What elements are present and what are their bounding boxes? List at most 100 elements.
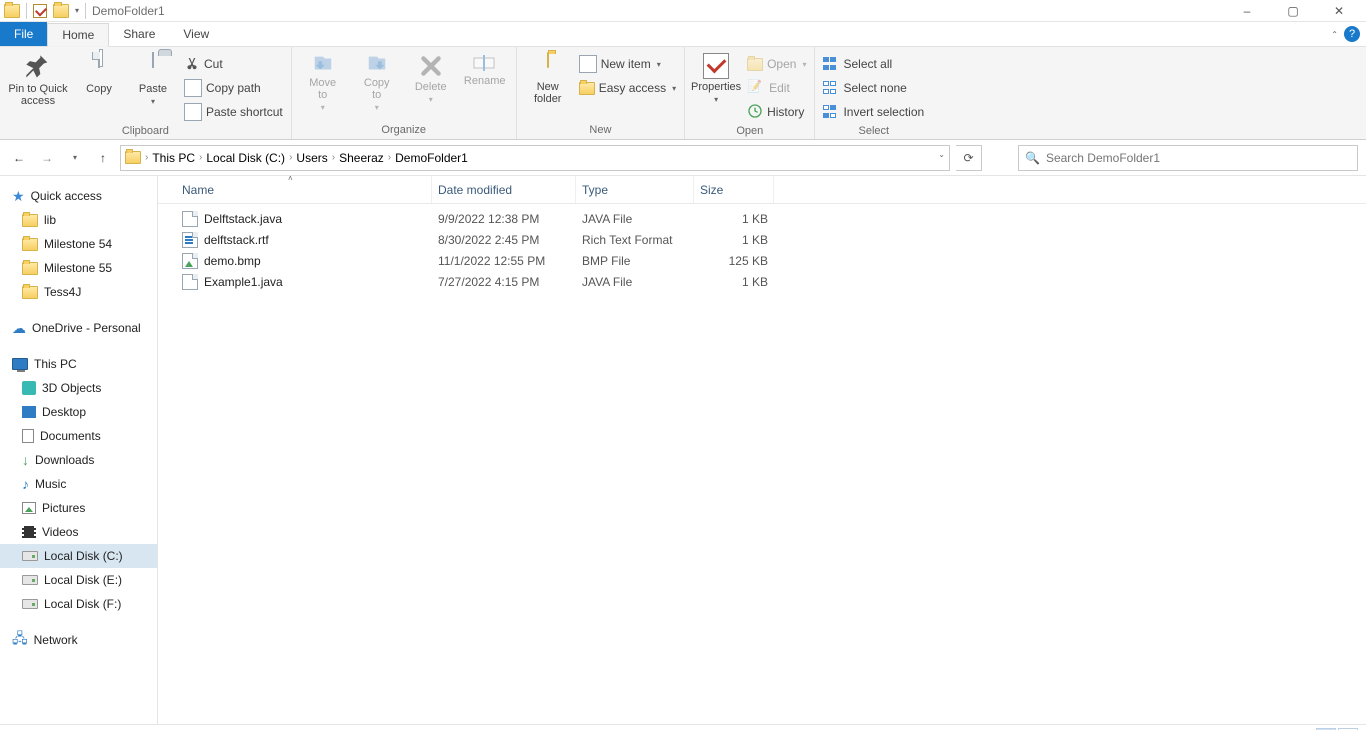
new-item-button[interactable]: New item▾ (577, 53, 678, 75)
column-size[interactable]: Size (694, 176, 774, 203)
move-to-button[interactable]: Move to▾ (298, 49, 348, 112)
maximize-button[interactable]: ▢ (1270, 0, 1316, 22)
breadcrumb-item[interactable]: This PC› (152, 151, 202, 165)
file-name: Delftstack.java (204, 212, 282, 226)
sidebar-item-local-disk-c[interactable]: Local Disk (C:) (0, 544, 157, 568)
open-button[interactable]: Open▾ (745, 53, 808, 75)
sidebar-item[interactable]: Tess4J (0, 280, 157, 304)
sidebar-item[interactable]: Pictures (0, 496, 157, 520)
delete-button[interactable]: Delete▾ (406, 49, 456, 104)
up-button[interactable]: ↑ (92, 147, 114, 169)
tab-view[interactable]: View (169, 22, 223, 46)
status-bar: 4 items ☰ ▦ (0, 724, 1366, 730)
folder-icon[interactable] (4, 4, 20, 18)
sidebar-network[interactable]: 🖧Network (0, 628, 157, 652)
sidebar-item[interactable]: Milestone 54 (0, 232, 157, 256)
select-none-button[interactable]: Select none (821, 77, 926, 99)
qat-dropdown-icon[interactable]: ▾ (75, 6, 79, 15)
copy-path-button[interactable]: Copy path (182, 77, 285, 99)
file-row[interactable]: delftstack.rtf8/30/2022 2:45 PMRich Text… (158, 229, 1366, 250)
sidebar-item[interactable]: Milestone 55 (0, 256, 157, 280)
tab-file[interactable]: File (0, 22, 47, 46)
group-organize: Move to▾ Copy to▾ Delete▾ Rename Organiz… (292, 47, 517, 139)
sidebar-this-pc[interactable]: This PC (0, 352, 157, 376)
copy-to-icon (364, 53, 390, 75)
qat-divider (85, 3, 86, 19)
column-name[interactable]: Name˄ (176, 176, 432, 203)
music-icon: ♪ (22, 476, 29, 492)
file-type: BMP File (576, 254, 694, 268)
address-bar[interactable]: › This PC› Local Disk (C:)› Users› Sheer… (120, 145, 950, 171)
cut-button[interactable]: Cut (182, 53, 285, 75)
edit-button[interactable]: 📝Edit (745, 77, 808, 99)
breadcrumb-item[interactable]: DemoFolder1 (395, 151, 468, 165)
navigation-bar: ← → ▾ ↑ › This PC› Local Disk (C:)› User… (0, 140, 1366, 176)
forward-button[interactable]: → (36, 147, 58, 169)
properties-button[interactable]: Properties▾ (691, 49, 741, 104)
sidebar-item[interactable]: ♪Music (0, 472, 157, 496)
desktop-icon (22, 406, 36, 418)
invert-selection-button[interactable]: Invert selection (821, 101, 926, 123)
rename-button[interactable]: Rename (460, 49, 510, 87)
copy-path-icon (184, 79, 202, 97)
group-open: Properties▾ Open▾ 📝Edit History Open (685, 47, 815, 139)
copy-icon (98, 52, 100, 68)
drive-icon (22, 551, 38, 561)
file-name: Example1.java (204, 275, 283, 289)
file-size: 125 KB (694, 254, 774, 268)
new-folder-qat-icon[interactable] (53, 4, 69, 18)
sidebar-item[interactable]: Documents (0, 424, 157, 448)
breadcrumb-item[interactable]: Local Disk (C:)› (206, 151, 292, 165)
sidebar-quick-access[interactable]: ★Quick access (0, 184, 157, 208)
sidebar-item[interactable]: Local Disk (F:) (0, 592, 157, 616)
file-size: 1 KB (694, 275, 774, 289)
collapse-ribbon-icon[interactable]: ⌃ (1331, 30, 1338, 39)
history-button[interactable]: History (745, 101, 808, 123)
qat-divider (26, 3, 27, 19)
recent-locations-button[interactable]: ▾ (64, 147, 86, 169)
search-box[interactable]: 🔍 (1018, 145, 1358, 171)
open-icon (747, 58, 763, 71)
file-row[interactable]: Delftstack.java9/9/2022 12:38 PMJAVA Fil… (158, 208, 1366, 229)
help-icon[interactable]: ? (1344, 26, 1360, 42)
file-list-pane: Name˄ Date modified Type Size Delftstack… (158, 176, 1366, 724)
search-input[interactable] (1046, 151, 1351, 165)
breadcrumb-item[interactable]: Sheeraz› (339, 151, 391, 165)
tab-share[interactable]: Share (109, 22, 169, 46)
refresh-button[interactable]: ⟳ (956, 145, 982, 171)
column-type[interactable]: Type (576, 176, 694, 203)
file-size: 1 KB (694, 233, 774, 247)
address-dropdown-icon[interactable]: ⌄ (938, 150, 945, 159)
sidebar-item[interactable]: Local Disk (E:) (0, 568, 157, 592)
paste-shortcut-button[interactable]: Paste shortcut (182, 101, 285, 123)
back-button[interactable]: ← (8, 147, 30, 169)
navigation-pane[interactable]: ★Quick access lib Milestone 54 Milestone… (0, 176, 158, 724)
pin-to-quick-access-button[interactable]: Pin to Quick access (6, 49, 70, 107)
sidebar-item[interactable]: Desktop (0, 400, 157, 424)
copy-button[interactable]: Copy (74, 49, 124, 95)
network-icon: 🖧 (12, 628, 28, 652)
file-row[interactable]: demo.bmp11/1/2022 12:55 PMBMP File125 KB (158, 250, 1366, 271)
documents-icon (22, 429, 34, 443)
new-folder-button[interactable]: New folder (523, 49, 573, 105)
sidebar-item[interactable]: lib (0, 208, 157, 232)
new-folder-icon (533, 53, 563, 79)
breadcrumb-item[interactable]: Users› (296, 151, 335, 165)
easy-access-button[interactable]: Easy access▾ (577, 77, 678, 99)
copy-to-button[interactable]: Copy to▾ (352, 49, 402, 112)
properties-qat-icon[interactable] (33, 4, 47, 18)
minimize-button[interactable]: – (1224, 0, 1270, 22)
sidebar-onedrive[interactable]: ☁OneDrive - Personal (0, 316, 157, 340)
file-date: 9/9/2022 12:38 PM (432, 212, 576, 226)
select-all-button[interactable]: Select all (821, 53, 926, 75)
column-date[interactable]: Date modified (432, 176, 576, 203)
tab-home[interactable]: Home (47, 23, 109, 47)
ribbon: Pin to Quick access Copy Paste ▾ Cut Cop… (0, 46, 1366, 140)
folder-icon (22, 286, 38, 299)
file-row[interactable]: Example1.java7/27/2022 4:15 PMJAVA File1… (158, 271, 1366, 292)
sidebar-item[interactable]: 3D Objects (0, 376, 157, 400)
close-button[interactable]: ✕ (1316, 0, 1362, 22)
sidebar-item[interactable]: Videos (0, 520, 157, 544)
sidebar-item[interactable]: ↓Downloads (0, 448, 157, 472)
paste-button[interactable]: Paste ▾ (128, 49, 178, 106)
